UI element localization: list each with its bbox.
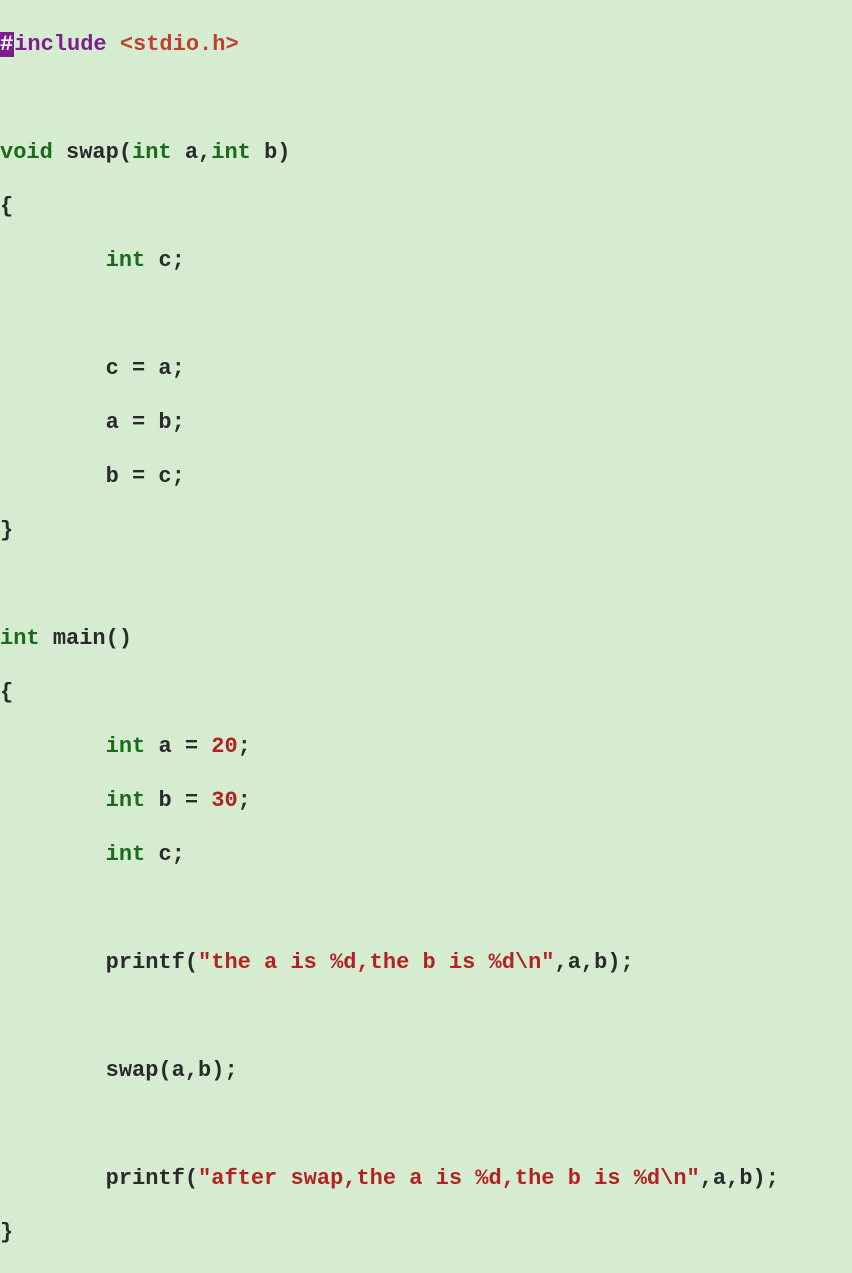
blank-line xyxy=(0,1111,852,1138)
number-literal: 30 xyxy=(211,788,237,813)
blank-line xyxy=(0,571,852,598)
code-line: } xyxy=(0,1219,852,1246)
brace: { xyxy=(0,680,13,705)
string-literal: "the a is %d,the b is %d\n" xyxy=(198,950,554,975)
code-line: #include <stdio.h> xyxy=(0,31,852,58)
code-line: int a = 20; xyxy=(0,733,852,760)
indent xyxy=(0,1058,106,1083)
code-line: a = b; xyxy=(0,409,852,436)
indent xyxy=(0,950,106,975)
paren: ( xyxy=(119,140,132,165)
indent xyxy=(0,248,106,273)
preproc-keyword: include xyxy=(14,32,106,57)
keyword: int xyxy=(132,140,172,165)
statement: a = b; xyxy=(106,410,185,435)
function-name: main xyxy=(53,626,106,651)
semicolon: ; xyxy=(172,842,185,867)
semicolon: ; xyxy=(238,788,251,813)
brace: } xyxy=(0,518,13,543)
string-literal: "after swap,the a is %d,the b is %d\n" xyxy=(198,1166,700,1191)
code-line: b = c; xyxy=(0,463,852,490)
keyword: int xyxy=(106,788,146,813)
space xyxy=(145,734,158,759)
keyword: void xyxy=(0,140,53,165)
code-line: } xyxy=(0,517,852,544)
paren: ( xyxy=(185,950,198,975)
header-name: <stdio.h> xyxy=(120,32,239,57)
function-call: printf xyxy=(106,1166,185,1191)
keyword: int xyxy=(211,140,251,165)
indent xyxy=(0,788,106,813)
function-call: swap(a,b); xyxy=(106,1058,238,1083)
paren: ( xyxy=(185,1166,198,1191)
keyword: int xyxy=(106,734,146,759)
indent xyxy=(0,734,106,759)
semicolon: ; xyxy=(238,734,251,759)
function-name: swap xyxy=(66,140,119,165)
space xyxy=(251,140,264,165)
space xyxy=(40,626,53,651)
code-line: { xyxy=(0,193,852,220)
args: ,a,b); xyxy=(700,1166,779,1191)
keyword: int xyxy=(106,842,146,867)
indent xyxy=(0,356,106,381)
param: a xyxy=(185,140,198,165)
paren: ) xyxy=(277,140,290,165)
parens: () xyxy=(106,626,132,651)
space xyxy=(145,842,158,867)
code-line: int main() xyxy=(0,625,852,652)
cursor: # xyxy=(0,32,14,57)
brace: { xyxy=(0,194,13,219)
space xyxy=(53,140,66,165)
code-line: printf("after swap,the a is %d,the b is … xyxy=(0,1165,852,1192)
space xyxy=(107,32,120,57)
semicolon: ; xyxy=(172,248,185,273)
code-line: { xyxy=(0,679,852,706)
blank-line xyxy=(0,895,852,922)
identifier: c xyxy=(158,248,171,273)
indent xyxy=(0,842,106,867)
number-literal: 20 xyxy=(211,734,237,759)
comma: , xyxy=(198,140,211,165)
args: ,a,b); xyxy=(555,950,634,975)
function-call: printf xyxy=(106,950,185,975)
identifier: a = xyxy=(158,734,211,759)
blank-line xyxy=(0,1003,852,1030)
indent xyxy=(0,1166,106,1191)
brace: } xyxy=(0,1220,13,1245)
param: b xyxy=(264,140,277,165)
indent xyxy=(0,410,106,435)
blank-line xyxy=(0,301,852,328)
statement: c = a; xyxy=(106,356,185,381)
identifier: b = xyxy=(158,788,211,813)
code-line: int b = 30; xyxy=(0,787,852,814)
identifier: c xyxy=(158,842,171,867)
space xyxy=(145,788,158,813)
statement: b = c; xyxy=(106,464,185,489)
code-line: c = a; xyxy=(0,355,852,382)
code-line: swap(a,b); xyxy=(0,1057,852,1084)
space xyxy=(172,140,185,165)
code-line: int c; xyxy=(0,247,852,274)
space xyxy=(145,248,158,273)
code-line: void swap(int a,int b) xyxy=(0,139,852,166)
code-line: printf("the a is %d,the b is %d\n",a,b); xyxy=(0,949,852,976)
keyword: int xyxy=(106,248,146,273)
blank-line xyxy=(0,85,852,112)
code-line: int c; xyxy=(0,841,852,868)
indent xyxy=(0,464,106,489)
keyword: int xyxy=(0,626,40,651)
